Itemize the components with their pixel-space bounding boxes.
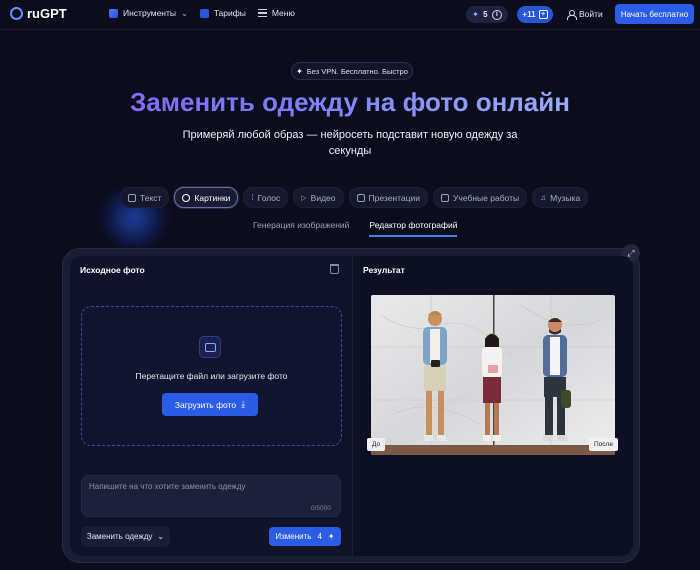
waveform-icon: ⁞ [251,193,254,202]
before-label[interactable]: До [367,438,386,451]
add-credits-button[interactable]: +11 + [517,6,553,23]
mode-label: Заменить одежду [86,532,153,541]
page-title: Заменить одежду на фото онлайн [0,87,700,118]
sparkle-icon: ✦ [472,10,479,19]
logo[interactable]: ruGPT [10,6,67,21]
after-label[interactable]: После [589,438,618,451]
people-photo [371,295,615,455]
tab-text-label: Текст [140,192,162,203]
top-header: ruGPT Инструменты ⌄ Тарифы Меню ✦ 5 i +1… [0,0,700,30]
start-free-button[interactable]: Начать бесплатно [615,4,694,24]
feature-badge-text: Без VPN. Бесплатно. Быстро [306,66,408,76]
image-icon [199,336,221,358]
palette-icon [182,193,191,202]
sub-tabs: Генерация изображений Редактор фотографи… [253,220,458,237]
tab-text[interactable]: Текст [120,187,170,208]
sparkle-icon: ✦ [327,532,335,541]
download-icon: ⤓ [241,399,246,409]
prompt-placeholder: Напишите на что хотите заменить одежду [89,482,246,491]
info-icon: i [491,9,502,20]
tariff-icon [199,8,209,18]
presentation-icon [356,193,365,202]
nav-tools[interactable]: Инструменты ⌄ [109,8,188,18]
tab-presentations[interactable]: Презентации [348,187,429,208]
prompt-counter: 0/5000 [311,505,331,512]
credits-badge[interactable]: ✦ 5 i [466,6,508,23]
chevron-down-icon: ⌄ [181,8,188,18]
text-icon [128,193,136,202]
tab-video[interactable]: ▷ Видео [293,187,344,208]
brand-name: ruGPT [27,6,67,21]
music-icon: ♫ [540,193,547,202]
grid-icon [109,8,118,18]
plus-icon: + [538,10,548,19]
feature-badge: ✦ Без VPN. Бесплатно. Быстро [291,62,413,80]
login-link[interactable]: Войти [567,9,603,20]
dropzone-text: Перетащите файл или загрузите фото [135,371,288,381]
subtab-image-generation[interactable]: Генерация изображений [253,220,349,237]
play-icon: ▷ [301,194,307,202]
apply-label: Изменить [275,532,312,541]
tab-images[interactable]: Картинки [174,187,239,208]
page-subtitle: Примеряй любой образ — нейросеть подстав… [182,129,518,157]
nav-tools-label: Инструменты [123,8,177,18]
apply-change-button[interactable]: Изменить 4 ✦ [269,527,341,546]
login-label: Войти [579,9,603,19]
add-credits-label: +11 [522,10,536,19]
category-tabs: Текст Картинки ⁞ Голос ▷ Видео Презентац… [120,187,589,208]
trash-icon[interactable] [330,264,339,274]
nav-tariffs-label: Тарифы [213,8,246,18]
tab-study[interactable]: Учебные работы [433,187,528,208]
sparkle-icon: ✦ [296,66,303,76]
chevron-down-icon: ⌄ [157,532,165,541]
source-title: Исходное фото [80,265,145,275]
result-photo [371,295,615,455]
tab-music[interactable]: ♫ Музыка [532,187,589,208]
tab-voice-label: Голос [257,192,281,203]
tab-study-label: Учебные работы [453,192,520,203]
subtab-photo-editor[interactable]: Редактор фотографий [369,220,458,237]
mode-select[interactable]: Заменить одежду ⌄ [81,526,170,547]
nav-menu-label: Меню [271,8,295,18]
tab-video-label: Видео [310,192,336,203]
result-title: Результат [363,265,405,275]
tab-presentations-label: Презентации [368,192,421,203]
menu-icon [257,8,267,18]
upload-photo-button[interactable]: Загрузить фото ⤓ [162,393,258,416]
nav-tariffs[interactable]: Тарифы [199,8,246,18]
upload-label: Загрузить фото [174,399,237,410]
tab-images-label: Картинки [194,192,231,203]
nav-menu[interactable]: Меню [257,8,295,18]
document-icon [441,193,450,202]
credits-count: 5 [483,10,488,19]
tab-music-label: Музыка [550,192,581,203]
main-nav: Инструменты ⌄ Тарифы Меню [109,8,307,18]
apply-cost: 4 [317,532,322,541]
tab-voice[interactable]: ⁞ Голос [243,187,289,208]
user-icon [567,9,577,20]
logo-icon [10,7,23,20]
